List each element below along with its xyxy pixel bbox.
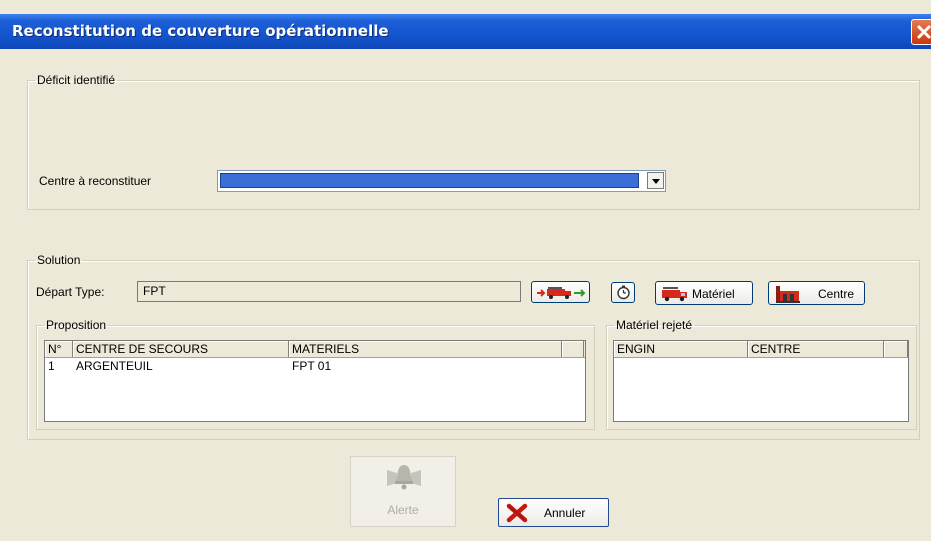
centre-select[interactable]: [217, 170, 666, 192]
materiel-button[interactable]: Matériel: [655, 281, 753, 305]
centre-selected-value: [220, 173, 639, 188]
truck-arrows-button[interactable]: [531, 281, 590, 303]
annuler-button[interactable]: Annuler: [498, 498, 609, 527]
alerte-button-label: Alerte: [387, 503, 419, 517]
dropdown-arrow-icon: [652, 179, 660, 184]
proposition-table-header: N° CENTRE DE SECOURS MATERIELS: [45, 341, 585, 358]
column-header-centre-rejete[interactable]: CENTRE: [748, 341, 884, 357]
window-title: Reconstitution de couverture opérationne…: [12, 22, 389, 40]
solution-legend: Solution: [37, 253, 81, 267]
close-icon: [917, 25, 931, 39]
clock-icon: [617, 285, 630, 300]
depart-type-label: Départ Type:: [36, 285, 105, 299]
bell-icon: [387, 465, 421, 490]
cancel-x-icon: [506, 503, 528, 523]
column-header-filler-rejete: [884, 341, 908, 357]
column-header-num[interactable]: N°: [45, 341, 73, 357]
proposition-table[interactable]: N° CENTRE DE SECOURS MATERIELS 1 ARGENTE…: [44, 340, 586, 422]
clock-button[interactable]: [611, 282, 635, 303]
alerte-button[interactable]: Alerte: [350, 456, 456, 527]
depart-type-field[interactable]: FPT: [137, 281, 521, 302]
rejete-legend: Matériel rejeté: [616, 318, 693, 332]
rejete-table-header: ENGIN CENTRE: [614, 341, 908, 358]
proposition-legend: Proposition: [46, 318, 107, 332]
materiel-button-label: Matériel: [692, 287, 735, 301]
truck-icon: [662, 287, 687, 302]
centre-button[interactable]: Centre: [768, 281, 865, 305]
annuler-button-label: Annuler: [544, 506, 586, 520]
rejete-table[interactable]: ENGIN CENTRE: [613, 340, 909, 422]
row-num: 1: [48, 359, 55, 373]
column-header-filler: [562, 341, 584, 357]
building-icon: [776, 286, 800, 303]
centre-dropdown-button[interactable]: [647, 172, 664, 189]
column-header-engin[interactable]: ENGIN: [614, 341, 748, 357]
centre-button-label: Centre: [818, 287, 855, 301]
dialog-window: Reconstitution de couverture opérationne…: [0, 0, 931, 541]
row-materiels: FPT 01: [292, 359, 332, 373]
centre-label: Centre à reconstituer: [39, 174, 152, 188]
close-button[interactable]: [911, 19, 931, 45]
deficit-legend: Déficit identifié: [37, 73, 116, 87]
column-header-centre[interactable]: CENTRE DE SECOURS: [73, 341, 289, 357]
truck-arrows-icon: [537, 287, 586, 299]
title-bar: Reconstitution de couverture opérationne…: [0, 14, 931, 49]
row-centre: ARGENTEUIL: [76, 359, 153, 373]
column-header-materiels[interactable]: MATERIELS: [289, 341, 562, 357]
